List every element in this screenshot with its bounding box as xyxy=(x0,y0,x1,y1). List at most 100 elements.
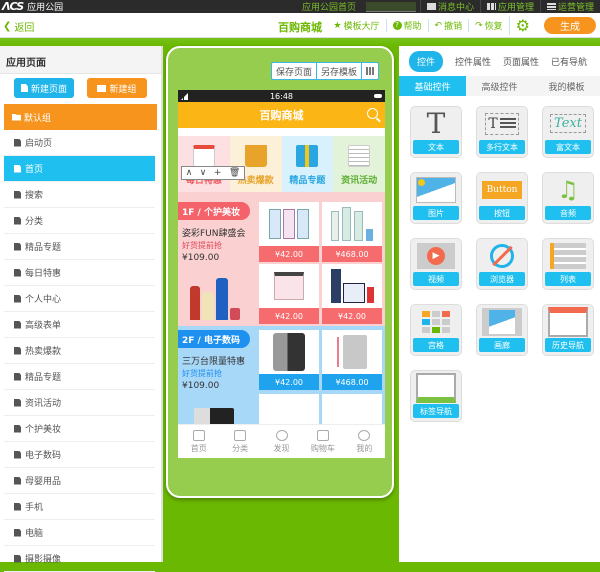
product-image xyxy=(322,264,382,308)
panel-tab[interactable]: 页面属性 xyxy=(503,55,539,68)
template-hall-button[interactable]: ★ 模板大厅 xyxy=(327,19,385,33)
page-item[interactable]: 启动页 xyxy=(4,130,155,156)
settings-button[interactable]: ⚙ xyxy=(508,16,536,35)
new-page-label: 新建页面 xyxy=(30,84,67,95)
panel-tab[interactable]: 控件属性 xyxy=(455,55,491,68)
save-template-button[interactable]: 另存模板 xyxy=(316,63,361,79)
control-grid[interactable]: 宫格 xyxy=(410,304,462,356)
category-item[interactable]: 热卖爆款 xyxy=(229,136,282,192)
product-card[interactable] xyxy=(259,394,319,426)
page-item[interactable]: 母婴用品 xyxy=(4,468,155,494)
back-button[interactable]: ❮ 返回 xyxy=(3,19,34,34)
control-multiline-text[interactable]: T 多行文本 xyxy=(476,106,528,158)
floor-tag: 2F / 电子数码 xyxy=(178,330,250,348)
pages-panel-title: 应用页面 xyxy=(0,46,161,74)
page-item-label: 个人中心 xyxy=(25,295,62,305)
redo-button[interactable]: ↷ 恢复 xyxy=(468,19,509,32)
search-icon[interactable] xyxy=(367,108,378,119)
control-history-nav[interactable]: 历史导航 xyxy=(542,304,594,356)
product-price: ¥42.00 xyxy=(322,308,382,324)
category-item[interactable]: 精品专题 xyxy=(281,136,334,192)
control-compass[interactable]: 浏览器 xyxy=(476,238,528,290)
control-label: 画廊 xyxy=(479,338,525,352)
floor-headline: 三万台限量特惠 xyxy=(182,357,246,367)
news-icon xyxy=(348,145,371,167)
undo-icon: ↶ xyxy=(434,20,443,31)
category-item[interactable]: 资讯活动 xyxy=(333,136,385,192)
delete-icon[interactable]: 🗑 xyxy=(229,168,240,178)
file-icon xyxy=(14,164,21,173)
page-item[interactable]: 每日特惠 xyxy=(4,260,155,286)
new-page-button[interactable]: 新建页面 xyxy=(14,78,74,98)
page-item[interactable]: 首页 xyxy=(4,156,155,182)
phone-preview: 保存页面 另存模板 16:48 百购商城 每日特惠 热卖爆款 精品专题 资讯活动 ∧ … xyxy=(166,46,394,498)
page-item[interactable]: 电子数码 xyxy=(4,442,155,468)
page-item[interactable]: 精品专题 xyxy=(4,234,155,260)
control-rich-text[interactable]: Text 富文本 xyxy=(542,106,594,158)
tab-cart[interactable]: 购物车 xyxy=(302,425,343,458)
tab-user[interactable]: 我的 xyxy=(344,425,385,458)
list-icon xyxy=(234,429,247,441)
category-item[interactable]: 每日特惠 xyxy=(178,136,230,192)
control-subtab[interactable]: 基础控件 xyxy=(399,76,466,96)
move-up-icon[interactable]: ∧ xyxy=(186,168,193,178)
product-card[interactable]: ¥468.00 xyxy=(322,330,382,390)
top-link-home[interactable]: 应用公园首页 xyxy=(296,0,362,13)
control-subtab[interactable]: 我的模板 xyxy=(533,76,600,96)
group-default[interactable]: 默认组 xyxy=(4,104,157,130)
top-link-messages[interactable]: 消息中心 xyxy=(419,0,480,13)
help-button[interactable]: ? 帮助 xyxy=(385,19,428,32)
page-item[interactable]: 分类 xyxy=(4,208,155,234)
compass-icon xyxy=(477,239,527,272)
logo[interactable]: ΛCS 应用公园 xyxy=(2,0,63,13)
product-card[interactable]: ¥42.00 xyxy=(259,330,319,390)
home-icon xyxy=(192,429,205,441)
page-item[interactable]: 资讯活动 xyxy=(4,390,155,416)
add-icon[interactable]: + xyxy=(214,168,222,178)
undo-button[interactable]: ↶ 撤销 xyxy=(427,19,469,32)
page-item[interactable]: 摄影摄像 xyxy=(4,546,155,572)
control-tab-nav[interactable]: 标签导航 xyxy=(410,370,462,422)
page-item[interactable]: 高级表单 xyxy=(4,312,155,338)
page-item-label: 每日特惠 xyxy=(25,269,62,279)
control-image[interactable]: 图片 xyxy=(410,172,462,224)
top-link-operations[interactable]: 运营管理 xyxy=(539,0,600,13)
tab-home[interactable]: 首页 xyxy=(178,425,219,458)
move-down-icon[interactable]: ∨ xyxy=(200,168,207,178)
page-item[interactable]: 个护美妆 xyxy=(4,416,155,442)
control-music[interactable]: ♫ 音频 xyxy=(542,172,594,224)
control-gallery[interactable]: 画廊 xyxy=(476,304,528,356)
page-item[interactable]: 个人中心 xyxy=(4,286,155,312)
control-label: 历史导航 xyxy=(545,338,591,352)
floor-2[interactable]: 2F / 电子数码 三万台限量特惠 好货提前抢 ¥109.00 ¥42.00 ¥… xyxy=(178,326,385,426)
tab-list[interactable]: 分类 xyxy=(219,425,260,458)
page-item[interactable]: 热卖爆款 xyxy=(4,338,155,364)
product-card[interactable]: ¥468.00 xyxy=(322,202,382,262)
new-group-button[interactable]: 新建组 xyxy=(87,78,147,98)
qr-code-button[interactable] xyxy=(361,63,378,79)
generate-button[interactable]: 生成 xyxy=(544,17,596,34)
product-card[interactable]: ¥42.00 xyxy=(322,264,382,324)
save-page-button[interactable]: 保存页面 xyxy=(272,63,316,79)
panel-tab[interactable]: 控件 xyxy=(409,50,444,72)
control-video[interactable]: ▶ 视频 xyxy=(410,238,462,290)
product-card[interactable]: ¥42.00 xyxy=(259,264,319,324)
panel-tab[interactable]: 已有导航 xyxy=(551,55,587,68)
floor-1[interactable]: 1F / 个护美妆 姿彩FUN肆盛会 好货提前抢 ¥109.00 ¥42.00 … xyxy=(178,198,385,326)
page-item-label: 精品专题 xyxy=(25,373,62,383)
control-text[interactable]: T 文本 xyxy=(410,106,462,158)
top-link-app-manage[interactable]: 应用管理 xyxy=(479,0,540,13)
page-item[interactable]: 电脑 xyxy=(4,520,155,546)
control-button[interactable]: Button 按钮 xyxy=(476,172,528,224)
file-icon xyxy=(14,554,21,563)
control-subtab[interactable]: 高级控件 xyxy=(466,76,533,96)
page-item[interactable]: 搜索 xyxy=(4,182,155,208)
user-box[interactable] xyxy=(365,1,416,12)
page-item[interactable]: 精品专题 xyxy=(4,364,155,390)
tab-compass[interactable]: 发现 xyxy=(261,425,302,458)
control-list[interactable]: 列表 xyxy=(542,238,594,290)
product-card[interactable] xyxy=(322,394,382,426)
page-item[interactable]: 手机 xyxy=(4,494,155,520)
product-card[interactable]: ¥42.00 xyxy=(259,202,319,262)
top-bar: ΛCS 应用公园 应用公园首页 消息中心 应用管理 运营管理 xyxy=(0,0,600,13)
